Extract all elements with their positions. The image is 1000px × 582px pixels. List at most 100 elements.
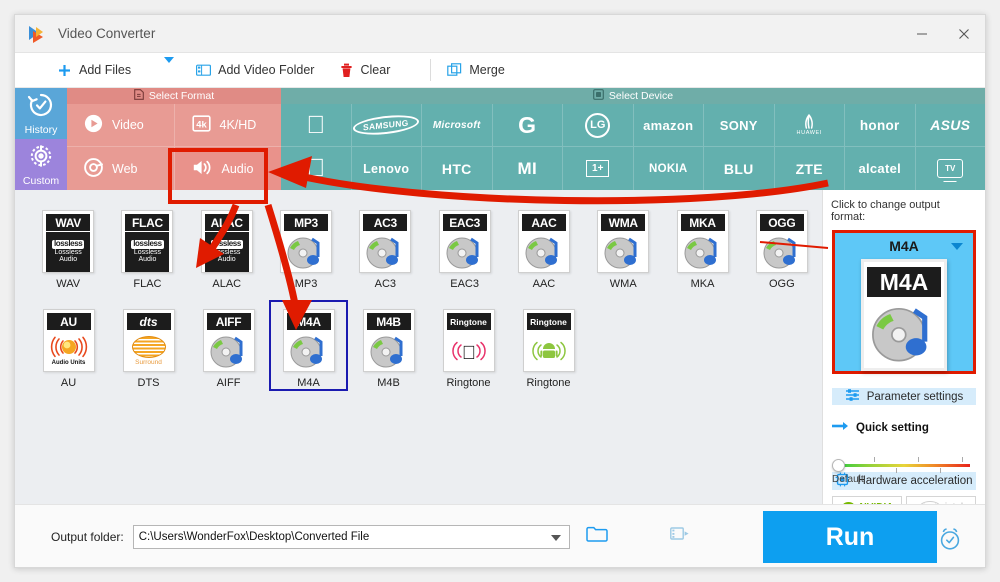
device-tab-lenovo[interactable]: Lenovo [352,147,422,190]
add-video-folder-label: Add Video Folder [218,63,315,77]
device-tab-nokia[interactable]: NOKIA [634,147,704,190]
format-tile-au[interactable]: AU Audio Units AU [29,300,108,391]
samsung-logo-icon: SAMSUNG [353,112,420,138]
lossless-line1: Lossless [133,248,162,256]
format-tile-mp3[interactable]: MP3 MP3 [267,201,345,292]
format-tab-audio-label: Audio [221,161,254,176]
clear-button[interactable]: Clear [340,53,390,87]
format-tile-flac[interactable]: FLAC lossless Lossless Audio FLAC [108,201,186,292]
format-tile-aac[interactable]: AAC AAC [505,201,583,292]
device-tab-apple-2[interactable]:  [281,147,352,190]
sidebar-item-custom[interactable]: Custom [15,139,67,190]
device-tab-huawei[interactable]: HUAWEI [774,104,845,147]
device-tab-asus[interactable]: ASUS [915,104,985,147]
format-tile-ac3[interactable]: AC3 AC3 [346,201,424,292]
format-tab-4khd[interactable]: 4k 4K/HD [174,104,281,147]
device-tab-blu[interactable]: BLU [704,147,775,190]
disc-note-icon [360,231,410,272]
device-tab-apple[interactable]:  [281,104,352,147]
slider-handle[interactable] [832,459,845,472]
format-thumb-cap: dts [126,313,171,330]
quick-setting-label: Quick setting [856,421,929,434]
format-thumb-cap: AU [46,313,91,330]
device-tab-zte[interactable]: ZTE [775,147,845,190]
ringtone-android-icon [524,330,574,371]
format-thumb-alac: ALAC lossless Lossless Audio [200,210,253,273]
format-tile-ringtone-ios[interactable]: Ringtone  Ringtone [429,300,508,391]
add-files-button[interactable]: Add Files [57,53,131,87]
format-tile-ogg[interactable]: OGG OGG [743,201,821,292]
minimize-button[interactable] [901,15,943,53]
blu-logo-icon: BLU [723,160,754,177]
svg-text::  [461,343,475,364]
format-tab-video[interactable]: Video [67,104,175,147]
device-tab-lg[interactable]: LG [563,104,634,147]
output-format-name: M4A [889,238,919,254]
format-tile-m4b[interactable]: M4B M4B [349,300,428,391]
chrome-icon [84,157,103,180]
disc-note-icon [598,231,648,272]
run-label: Run [825,522,875,551]
format-thumb-mka: MKA [676,210,729,273]
document-icon [133,89,144,103]
format-thumb-eac3: EAC3 [438,210,491,273]
format-thumb-m4b: M4B [362,309,415,372]
schedule-alarm-button[interactable] [937,526,963,557]
add-video-folder-button[interactable]: Add Video Folder [196,53,314,87]
format-tile-eac3[interactable]: EAC3 EAC3 [425,201,503,292]
format-thumb-cap: Ringtone [446,313,491,330]
device-tab-tv[interactable]: TV [916,147,986,190]
format-grid-row-1: WAV lossless Lossless Audio WAV FLAC los… [29,201,822,292]
chevron-down-icon[interactable] [550,534,561,541]
device-tab-google[interactable]: G [492,104,563,147]
quick-setting-link[interactable]: Quick setting [832,421,976,434]
format-tile-wma[interactable]: WMA WMA [584,201,662,292]
device-tab-amazon[interactable]: amazon [633,104,704,147]
ringtone-apple-icon:  [444,330,494,371]
format-tab-audio[interactable]: Audio [174,147,281,190]
disc-note-icon [757,231,807,272]
format-thumb-cap: WAV [46,214,91,231]
play-circle-icon [84,114,103,136]
format-tile-m4a[interactable]: M4A M4A [269,300,348,391]
device-tab-microsoft[interactable]: Microsoft [422,104,493,147]
format-thumb-wav: WAV lossless Lossless Audio [42,210,95,273]
category-strip: History Custom Select Format Select Devi… [15,88,985,190]
close-button[interactable] [943,15,985,53]
format-thumb-dts: dts Surround [122,309,175,372]
4k-icon: 4k [191,114,211,136]
device-tab-honor[interactable]: honor [845,104,916,147]
device-tab-htc[interactable]: HTC [422,147,493,190]
parameter-settings-button[interactable]: Parameter settings [832,388,976,405]
lossless-word: lossless [131,238,164,249]
merge-button[interactable]: Merge [447,53,505,87]
format-tile-aiff[interactable]: AIFF AIFF [189,300,268,391]
sidebar-item-history[interactable]: History [15,88,67,139]
format-tile-alac[interactable]: ALAC lossless Lossless Audio ALAC [188,201,266,292]
device-tab-samsung[interactable]: SAMSUNG [351,104,422,147]
select-format-label: Select Format [148,90,215,102]
format-tab-web[interactable]: Web [67,147,175,190]
add-files-dropdown[interactable] [164,57,175,77]
device-tab-alcatel[interactable]: alcatel [845,147,916,190]
device-tab-sony[interactable]: SONY [704,104,775,147]
format-thumb-cap: MP3 [284,214,329,231]
device-tab-mi[interactable]: MI [493,147,563,190]
device-tab-oneplus[interactable]: 1+ [563,147,634,190]
run-button[interactable]: Run [763,511,937,563]
browse-folder-button[interactable] [585,525,608,548]
open-output-preview-button[interactable] [669,526,690,547]
output-panel: Click to change output format: M4A M4A P… [823,190,985,519]
format-tile-wav[interactable]: WAV lossless Lossless Audio WAV [29,201,107,292]
lossless-word: lossless [51,238,85,249]
history-icon [26,91,56,124]
format-tile-ringtone-android[interactable]: Ringtone Ringtone [509,300,588,391]
format-tile-dts[interactable]: dts Surround DTS [109,300,188,391]
chevron-down-icon[interactable] [951,243,963,250]
speaker-icon [192,158,213,180]
output-format-card[interactable]: M4A M4A [832,230,976,374]
alcatel-logo-icon: alcatel [858,161,902,176]
output-folder-input[interactable]: C:\Users\WonderFox\Desktop\Converted Fil… [132,524,570,549]
format-tile-mka[interactable]: MKA MKA [663,201,741,292]
format-thumb-ringtone-ios: Ringtone  [442,309,495,372]
